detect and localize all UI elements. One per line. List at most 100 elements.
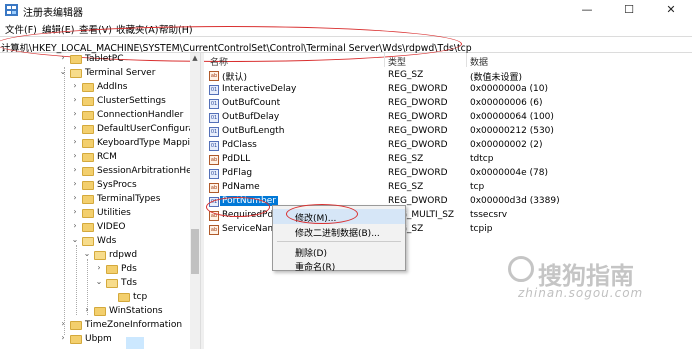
expand-chevron-icon[interactable]: › — [70, 109, 80, 118]
collapse-chevron-icon[interactable]: ⌄ — [70, 235, 80, 244]
values-list: 名称 类型 数据 ab (默认) REG_SZ (数值未设置) 01 Interactiv… — [204, 53, 692, 349]
expand-chevron-icon[interactable]: › — [58, 319, 68, 328]
value-row[interactable]: 01 PdClass REG_DWORD 0x00000002 (2) — [204, 139, 692, 153]
value-row[interactable]: 01 OutBufLength REG_DWORD 0x00000212 (530) — [204, 125, 692, 139]
expand-chevron-icon[interactable]: › — [70, 165, 80, 174]
scroll-up-arrow-icon[interactable]: ▲ — [190, 53, 200, 63]
binary-value-icon: 01 — [209, 127, 219, 137]
value-row[interactable]: 01 OutBufDelay REG_DWORD 0x00000064 (100) — [204, 111, 692, 125]
binary-value-icon: 01 — [209, 113, 219, 123]
tree-item-label: SessionArbitrationHelpe — [97, 166, 200, 176]
folder-icon — [82, 97, 94, 106]
tree-item-label: rdpwd — [109, 250, 138, 260]
expand-chevron-icon[interactable]: › — [94, 263, 104, 272]
value-row[interactable]: 01 OutBufCount REG_DWORD 0x00000006 (6) — [204, 97, 692, 111]
expand-chevron-icon[interactable]: › — [70, 151, 80, 160]
column-divider[interactable] — [466, 53, 467, 67]
expand-chevron-icon[interactable]: › — [58, 53, 68, 62]
tree-item-label: DefaultUserConfigurati — [97, 124, 200, 134]
column-header-type[interactable]: 类型 — [388, 55, 406, 68]
tree-item-label: KeyboardType Mapping — [97, 138, 200, 148]
folder-icon — [82, 139, 94, 148]
folder-icon — [106, 265, 118, 274]
tree-item-label: Tds — [121, 278, 137, 288]
value-type: REG_DWORD — [388, 84, 448, 94]
context-menu-modify-binary[interactable]: 修改二进制数据(B)... — [273, 224, 405, 239]
value-name: OutBufLength — [222, 126, 285, 136]
string-value-icon: ab — [209, 155, 219, 165]
folder-open-icon — [94, 251, 106, 260]
string-value-icon: ab — [209, 71, 219, 81]
binary-value-icon: 01 — [209, 85, 219, 95]
portnumber-annotation-ellipse — [206, 197, 270, 217]
expand-chevron-icon[interactable]: › — [70, 123, 80, 132]
folder-icon — [70, 55, 82, 64]
minimize-button[interactable]: — — [566, 0, 608, 20]
column-divider[interactable] — [384, 53, 385, 67]
folder-icon — [82, 223, 94, 232]
expand-chevron-icon[interactable]: › — [70, 207, 80, 216]
string-value-icon: ab — [209, 225, 219, 235]
binary-value-icon: 01 — [209, 141, 219, 151]
folder-icon — [82, 167, 94, 176]
expand-chevron-icon[interactable]: › — [70, 95, 80, 104]
value-data: tssecsrv — [470, 210, 508, 220]
value-data: 0x00000212 (530) — [470, 126, 554, 136]
tree-item-label: tcp — [133, 292, 148, 302]
folder-icon — [70, 335, 82, 344]
expand-chevron-icon[interactable]: › — [70, 179, 80, 188]
maximize-button[interactable]: ☐ — [608, 0, 650, 20]
column-header-name[interactable]: 名称 — [210, 55, 228, 68]
binary-value-icon: 01 — [209, 99, 219, 109]
value-name: PdName — [222, 182, 260, 192]
expand-chevron-icon[interactable]: › — [58, 333, 68, 342]
tree-item-label: Utilities — [97, 208, 131, 218]
tree-selection-highlight — [126, 337, 144, 349]
value-row[interactable]: ab (默认) REG_SZ (数值未设置) — [204, 69, 692, 83]
tree-item-label: Terminal Server — [85, 68, 156, 78]
context-menu-rename[interactable]: 重命名(R) — [273, 258, 405, 273]
tree-item-label: RCM — [97, 152, 117, 162]
expand-chevron-icon[interactable]: › — [70, 137, 80, 146]
context-menu-delete[interactable]: 删除(D) — [273, 244, 405, 259]
value-row[interactable]: ab PdName REG_SZ tcp — [204, 181, 692, 195]
folder-icon — [94, 307, 106, 316]
value-name: (默认) — [222, 73, 248, 83]
binary-value-icon: 01 — [209, 169, 219, 179]
folder-icon — [82, 181, 94, 190]
value-data: tcpip — [470, 224, 493, 234]
value-name: InteractiveDelay — [222, 84, 297, 94]
collapse-chevron-icon[interactable]: ⌄ — [94, 277, 104, 286]
value-type: REG_DWORD — [388, 168, 448, 178]
value-row[interactable]: 01 InteractiveDelay REG_DWORD 0x0000000a (1… — [204, 83, 692, 97]
collapse-chevron-icon[interactable]: ⌄ — [58, 67, 68, 76]
value-type: REG_SZ — [388, 70, 424, 80]
value-row[interactable]: 01 PdFlag REG_DWORD 0x0000004e (78) — [204, 167, 692, 181]
string-value-icon: ab — [209, 183, 219, 193]
collapse-chevron-icon[interactable]: ⌄ — [82, 249, 92, 258]
tree-item-label: Wds — [97, 236, 117, 246]
value-data: 0x00000006 (6) — [470, 98, 543, 108]
folder-icon — [82, 111, 94, 120]
value-name: PdClass — [222, 140, 257, 150]
tree-item-label: SysProcs — [97, 180, 137, 190]
column-header-data[interactable]: 数据 — [470, 55, 488, 68]
expand-chevron-icon[interactable]: › — [70, 81, 80, 90]
tree-guide-line — [76, 245, 77, 315]
value-type: REG_DWORD — [388, 140, 448, 150]
tree-item-label: Ubpm — [85, 334, 112, 344]
tree-item-label: Pds — [121, 264, 137, 274]
expand-chevron-icon[interactable]: › — [70, 221, 80, 230]
scroll-thumb[interactable] — [191, 229, 199, 274]
value-name: PdFlag — [222, 168, 253, 178]
value-data: tcp — [470, 182, 485, 192]
value-row[interactable]: ab PdDLL REG_SZ tdtcp — [204, 153, 692, 167]
expand-chevron-icon[interactable]: › — [82, 305, 92, 314]
tree-item-label: AddIns — [97, 82, 128, 92]
value-type: REG_DWORD — [388, 126, 448, 136]
value-name: PdDLL — [222, 154, 251, 164]
value-data: 0x00000002 (2) — [470, 140, 543, 150]
close-button[interactable]: ✕ — [650, 0, 692, 20]
tree-scrollbar[interactable]: ▲ — [190, 53, 200, 349]
expand-chevron-icon[interactable]: › — [70, 193, 80, 202]
